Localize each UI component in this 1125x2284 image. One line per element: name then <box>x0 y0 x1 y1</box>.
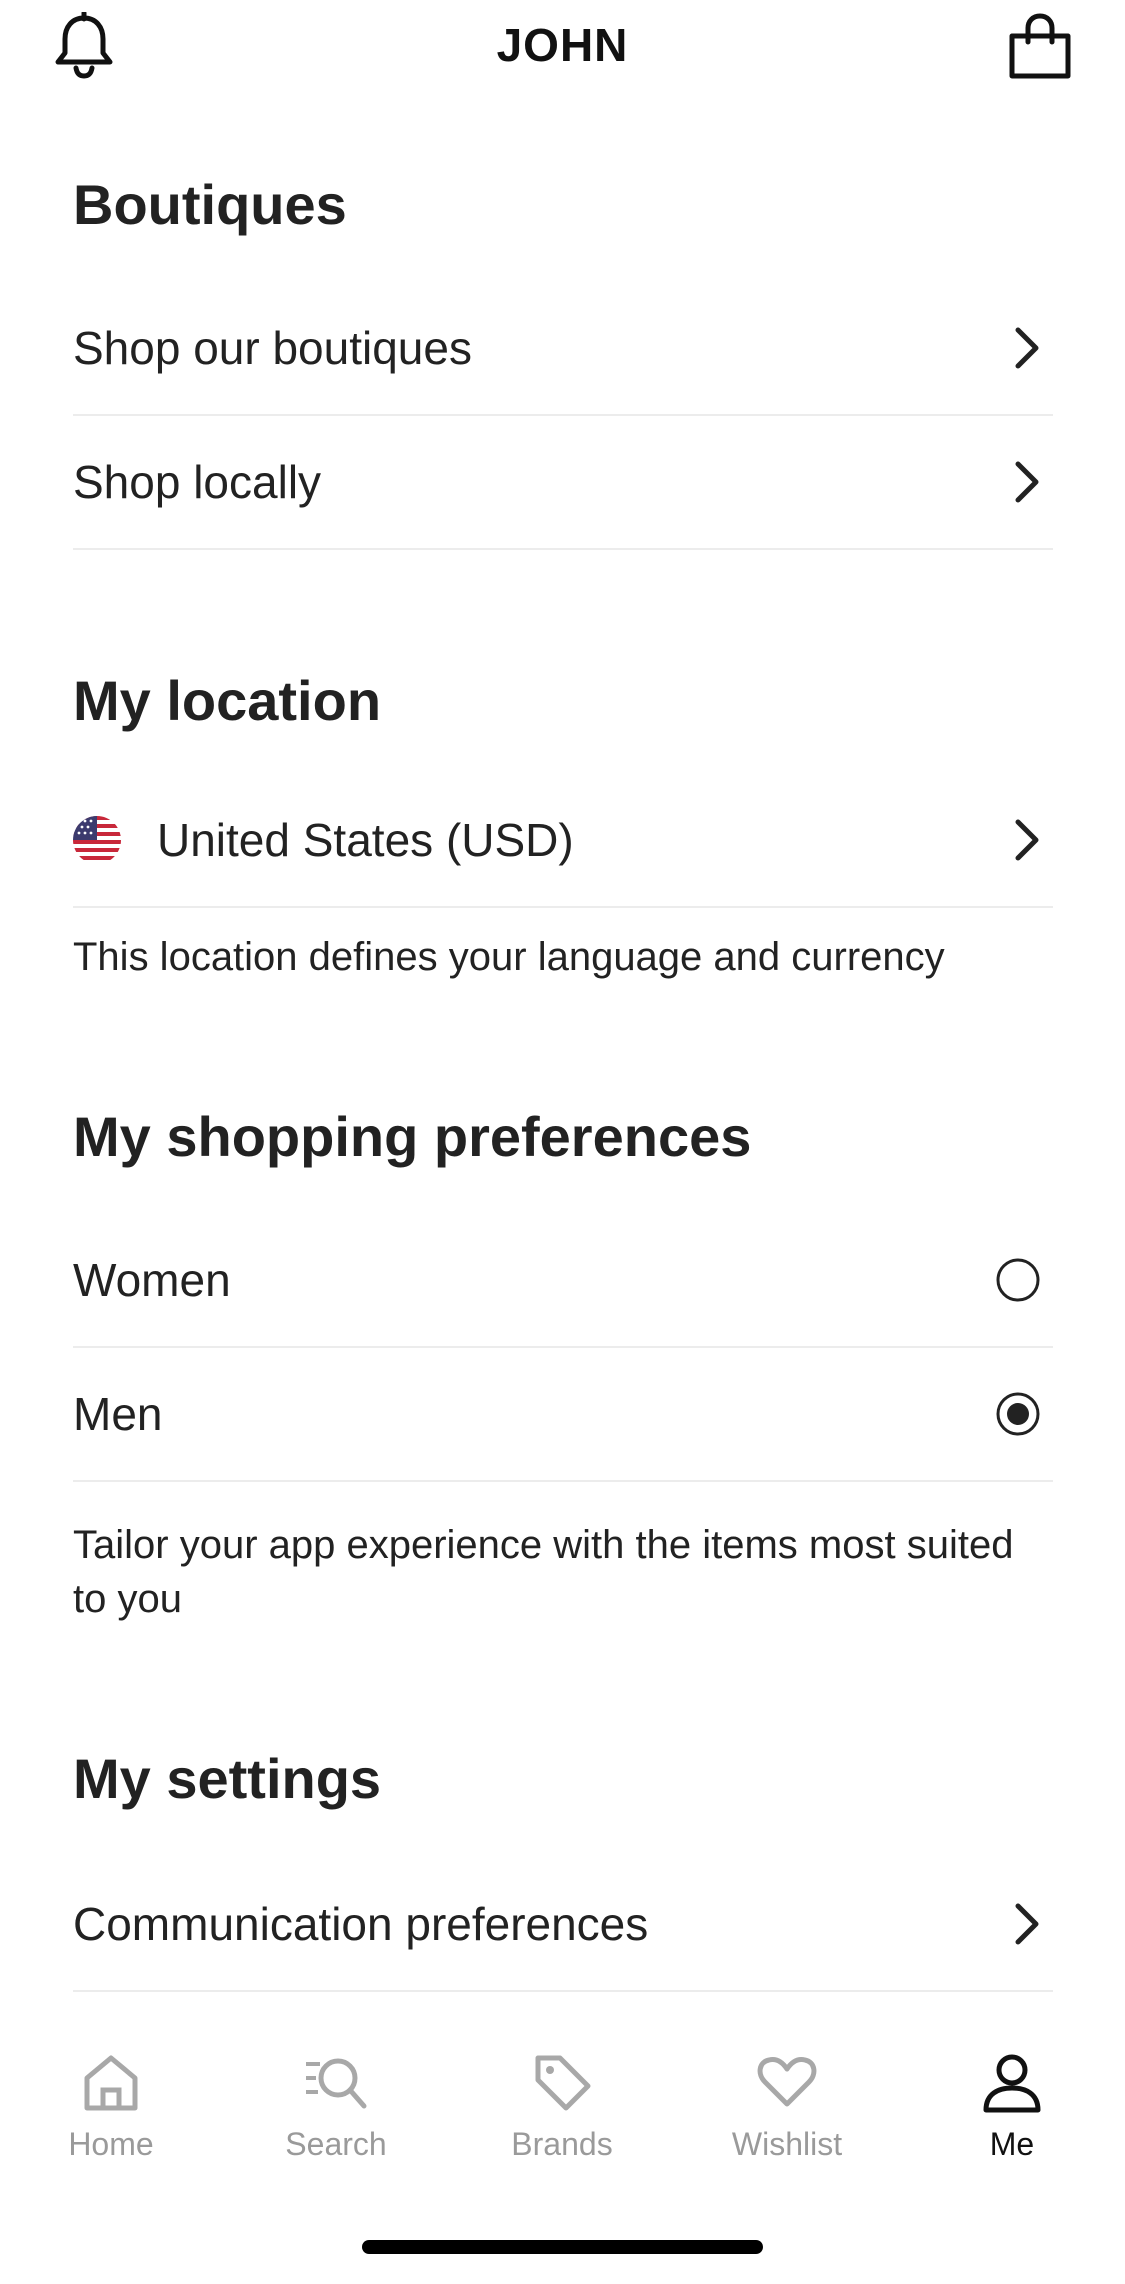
tag-icon <box>535 2055 591 2111</box>
communication-preferences-row[interactable]: Communication preferences <box>73 1858 1053 1992</box>
chevron-right-icon <box>1015 819 1039 861</box>
location-title: My location <box>73 669 382 732</box>
shop-locally-label: Shop locally <box>73 456 322 508</box>
home-icon <box>84 2055 138 2111</box>
nav-search-label: Search <box>285 2126 387 2162</box>
nav-brands[interactable]: Brands <box>472 2050 652 2190</box>
search-icon <box>306 2058 367 2109</box>
radio-selected-icon[interactable] <box>995 1391 1041 1437</box>
chevron-right-icon <box>1015 1903 1039 1945</box>
chevron-right-icon <box>1015 461 1039 503</box>
communication-preferences-label: Communication preferences <box>73 1898 649 1950</box>
settings-title: My settings <box>73 1747 382 1810</box>
page-title: JOHN <box>496 19 629 71</box>
location-label: United States (USD) <box>157 814 574 866</box>
top-bar: JOHN <box>0 0 1125 100</box>
preferences-helper-text: Tailor your app experience with the item… <box>73 1523 1014 1621</box>
nav-home[interactable]: Home <box>21 2050 201 2190</box>
nav-me-label: Me <box>989 2126 1035 2162</box>
preference-men-row[interactable]: Men <box>73 1348 1053 1482</box>
preference-women-label: Women <box>73 1254 231 1306</box>
nav-wishlist-label: Wishlist <box>731 2126 843 2162</box>
nav-home-label: Home <box>68 2126 154 2162</box>
preference-men-label: Men <box>73 1388 163 1440</box>
nav-brands-label: Brands <box>511 2126 613 2162</box>
nav-me[interactable]: Me <box>922 2050 1102 2190</box>
home-indicator <box>362 2240 763 2254</box>
heart-icon <box>757 2057 817 2107</box>
preference-women-row[interactable]: Women <box>73 1214 1053 1348</box>
nav-search[interactable]: Search <box>246 2050 426 2190</box>
boutiques-title: Boutiques <box>73 173 347 236</box>
radio-unselected-icon[interactable] <box>995 1257 1041 1303</box>
location-helper-text: This location defines your language and … <box>73 935 945 979</box>
shop-our-boutiques-label: Shop our boutiques <box>73 322 472 374</box>
screen: JOHN Boutiques Shop our boutiques Shop l… <box>0 0 1125 2284</box>
shopping-bag-icon[interactable] <box>1007 12 1073 80</box>
location-row[interactable]: United States (USD) <box>73 774 1053 908</box>
us-flag-icon <box>73 816 121 864</box>
nav-wishlist[interactable]: Wishlist <box>697 2050 877 2190</box>
chevron-right-icon <box>1015 327 1039 369</box>
shop-our-boutiques-row[interactable]: Shop our boutiques <box>73 282 1053 416</box>
user-icon <box>983 2054 1041 2113</box>
shop-locally-row[interactable]: Shop locally <box>73 416 1053 550</box>
preferences-title: My shopping preferences <box>73 1105 752 1168</box>
